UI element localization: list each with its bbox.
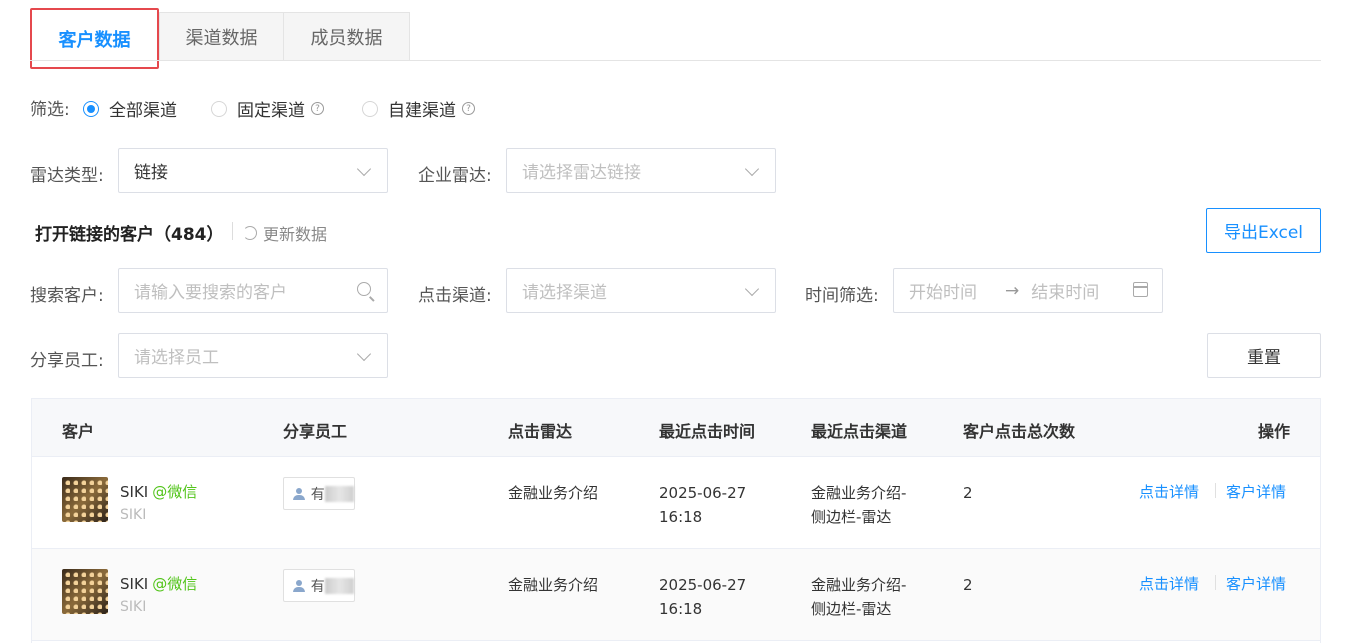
click-clock: 16:18: [659, 508, 703, 526]
radio-dot-icon: [83, 100, 99, 117]
export-excel-button[interactable]: 导出Excel: [1206, 208, 1321, 253]
col-actions: 操作: [1258, 422, 1291, 441]
customer-name-text: SIKI: [120, 483, 149, 501]
refresh-data-button[interactable]: 更新数据: [243, 221, 327, 245]
click-detail-link[interactable]: 点击详情: [1139, 573, 1199, 594]
range-arrow: →: [1005, 280, 1020, 301]
click-detail-link[interactable]: 点击详情: [1139, 481, 1199, 502]
customer-sub: SIKI: [120, 507, 147, 523]
col-click-radar: 点击雷达: [508, 422, 573, 441]
filter-label: 筛选:: [30, 100, 70, 120]
date-range-picker[interactable]: 开始时间 → 结束时间: [893, 268, 1163, 313]
blurred-employee-name: [324, 577, 354, 594]
click-time-cell: 2025-06-27 16:18: [659, 573, 746, 621]
tabs-divider: [30, 60, 1321, 61]
action-divider: [1215, 483, 1216, 498]
click-count-cell: 2: [963, 576, 973, 594]
search-customer-placeholder: 请输入要搜索的客户: [134, 283, 287, 303]
help-icon[interactable]: ?: [462, 102, 475, 115]
col-last-click-time: 最近点击时间: [659, 422, 756, 441]
employee-initial: 有: [310, 486, 325, 503]
customer-sub: SIKI: [120, 599, 147, 615]
section-title: 打开链接的客户（484）: [35, 225, 224, 245]
end-time-placeholder[interactable]: 结束时间: [1031, 278, 1099, 303]
search-customer-label: 搜索客户:: [30, 286, 104, 306]
channel-line1: 金融业务介绍-: [811, 484, 907, 502]
search-icon: [357, 282, 371, 296]
reset-button[interactable]: 重置: [1207, 333, 1321, 378]
channel-line2: 侧边栏-雷达: [811, 600, 892, 618]
share-employee-placeholder: 请选择员工: [134, 348, 219, 368]
channel-line2: 侧边栏-雷达: [811, 508, 892, 526]
refresh-label: 更新数据: [263, 225, 328, 244]
refresh-icon: [243, 226, 257, 240]
chevron-down-icon: [356, 161, 372, 177]
share-employee-label: 分享员工:: [30, 351, 104, 371]
wechat-source: @微信: [152, 575, 198, 593]
action-divider: [1215, 575, 1216, 590]
share-employee-select[interactable]: 请选择员工: [118, 333, 388, 378]
calendar-icon: [1133, 282, 1148, 297]
blurred-employee-name: [324, 485, 354, 502]
click-radar-cell: 金融业务介绍: [508, 576, 599, 594]
user-icon: [293, 487, 305, 500]
customer-name: SIKI @微信: [120, 481, 197, 502]
channel-line1: 金融业务介绍-: [811, 576, 907, 594]
radar-type-value: 链接: [134, 163, 168, 183]
avatar: [62, 477, 108, 522]
click-time-cell: 2025-06-27 16:18: [659, 481, 746, 529]
tab-member-data[interactable]: 成员数据: [283, 12, 410, 61]
chevron-down-icon: [744, 161, 760, 177]
customer-name-text: SIKI: [120, 575, 149, 593]
radar-type-select[interactable]: 链接: [118, 148, 388, 193]
radio-custom-channels-label: 自建渠道: [388, 101, 456, 121]
employee-tag: 有: [283, 569, 355, 602]
click-radar-cell: 金融业务介绍: [508, 484, 599, 502]
company-radar-placeholder: 请选择雷达链接: [522, 163, 641, 183]
customer-table: 客户 分享员工 点击雷达 最近点击时间 最近点击渠道 客户点击总次数 操作 SI…: [31, 398, 1321, 643]
wechat-source: @微信: [152, 483, 198, 501]
radio-dot-icon: [211, 100, 227, 117]
radio-fixed-channels-label: 固定渠道: [237, 101, 305, 121]
customer-detail-link[interactable]: 客户详情: [1226, 481, 1286, 502]
col-last-click-channel: 最近点击渠道: [811, 422, 908, 441]
click-count-cell: 2: [963, 484, 973, 502]
table-row: SIKI @微信 SIKI 有 金融业务介绍 2025-06-27 16:18 金…: [32, 457, 1320, 549]
customer-detail-link[interactable]: 客户详情: [1226, 573, 1286, 594]
employee-initial: 有: [310, 578, 325, 595]
radio-dot-icon: [362, 100, 378, 117]
company-radar-select[interactable]: 请选择雷达链接: [506, 148, 776, 193]
user-icon: [293, 579, 305, 592]
table-row: SIKI @微信 SIKI 有 金融业务介绍 2025-06-27 16:18 金…: [32, 549, 1320, 641]
click-channel-cell: 金融业务介绍- 侧边栏-雷达: [811, 481, 906, 529]
help-icon[interactable]: ?: [311, 102, 324, 115]
click-date: 2025-06-27: [659, 576, 747, 594]
divider: [232, 222, 233, 240]
radio-all-channels-label: 全部渠道: [109, 101, 177, 121]
chevron-down-icon: [356, 346, 372, 362]
col-click-count: 客户点击总次数: [963, 422, 1076, 441]
click-channel-label: 点击渠道:: [418, 286, 492, 306]
radio-all-channels[interactable]: 全部渠道: [83, 96, 177, 121]
employee-tag: 有: [283, 477, 355, 510]
tab-channel-data[interactable]: 渠道数据: [159, 12, 284, 61]
click-channel-select[interactable]: 请选择渠道: [506, 268, 776, 313]
start-time-placeholder[interactable]: 开始时间: [909, 278, 977, 303]
table-header: 客户 分享员工 点击雷达 最近点击时间 最近点击渠道 客户点击总次数 操作: [32, 399, 1320, 457]
click-channel-placeholder: 请选择渠道: [522, 283, 607, 303]
radio-fixed-channels[interactable]: 固定渠道 ?: [211, 96, 324, 121]
click-date: 2025-06-27: [659, 484, 747, 502]
customer-name: SIKI @微信: [120, 573, 197, 594]
col-customer: 客户: [62, 422, 95, 441]
col-share-employee: 分享员工: [283, 422, 348, 441]
time-filter-label: 时间筛选:: [805, 286, 879, 306]
radar-type-label: 雷达类型:: [30, 166, 104, 186]
click-channel-cell: 金融业务介绍- 侧边栏-雷达: [811, 573, 906, 621]
search-customer-input[interactable]: 请输入要搜索的客户: [118, 268, 388, 313]
avatar: [62, 569, 108, 614]
company-radar-label: 企业雷达:: [418, 166, 492, 186]
chevron-down-icon: [744, 281, 760, 297]
click-clock: 16:18: [659, 600, 703, 618]
radio-custom-channels[interactable]: 自建渠道 ?: [362, 96, 475, 121]
